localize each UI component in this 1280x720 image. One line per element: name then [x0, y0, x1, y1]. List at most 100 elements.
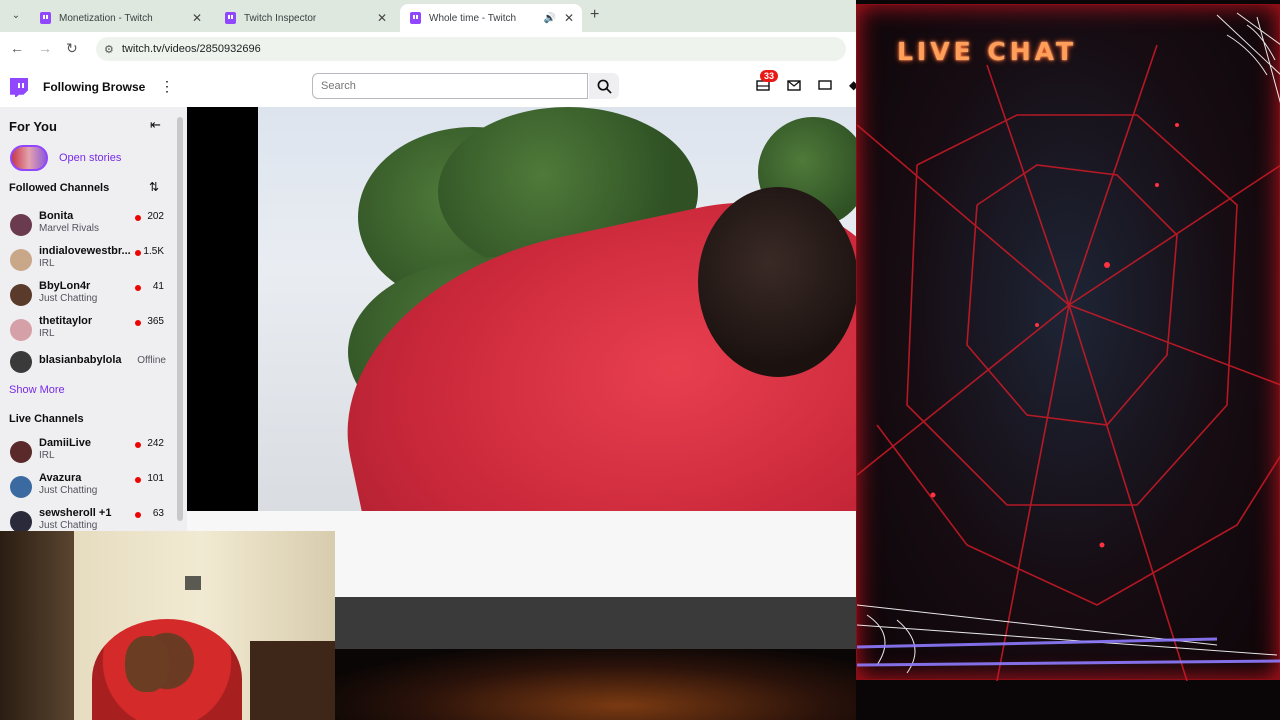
viewer-count: 202 — [147, 211, 164, 222]
search-button[interactable] — [589, 73, 619, 99]
tab-search-chevron-icon[interactable]: ⌄ — [8, 8, 24, 24]
close-tab-icon[interactable]: ✕ — [564, 11, 574, 25]
video-frame — [258, 107, 856, 511]
inbox-icon[interactable] — [787, 80, 801, 91]
browser-tab-monetization[interactable]: Monetization - Twitch ✕ — [30, 4, 210, 32]
avatar — [10, 441, 32, 463]
avatar — [10, 476, 32, 498]
avatar — [10, 351, 32, 373]
webcam-door — [0, 531, 74, 720]
live-channel-damiilive[interactable]: DamiiLive IRL 242 — [0, 437, 177, 471]
live-dot-icon — [135, 320, 141, 326]
address-bar-row: ← → ↻ ⚙ twitch.tv/videos/2850932696 — [0, 32, 856, 66]
video-player[interactable] — [187, 107, 856, 511]
sort-icon[interactable]: ⇅ — [149, 180, 159, 194]
webcam-face — [125, 636, 169, 692]
twitch-favicon-icon — [40, 12, 51, 24]
channel-name: thetitaylor — [39, 315, 93, 327]
followed-channel-bbylon4r[interactable]: BbyLon4r Just Chatting 41 — [0, 280, 177, 314]
viewer-count: 242 — [147, 438, 164, 449]
live-dot-icon — [135, 215, 141, 221]
followed-channel-thetitaylor[interactable]: thetitaylor IRL 365 — [0, 315, 177, 349]
close-tab-icon[interactable]: ✕ — [377, 11, 387, 25]
sidebar-scrollbar[interactable] — [177, 117, 183, 521]
followed-channels-heading: Followed Channels — [9, 182, 110, 194]
close-tab-icon[interactable]: ✕ — [192, 11, 202, 25]
twitch-top-nav: Following Browse ⋮ 33 ◆ — [0, 66, 858, 108]
nav-following[interactable]: Following — [43, 80, 99, 94]
webcam-dresser — [250, 641, 335, 720]
channel-category: Just Chatting — [39, 293, 98, 304]
followed-channel-indialovewestbr[interactable]: indialovewestbr... IRL 1.5K — [0, 245, 177, 279]
tab-title: Monetization - Twitch — [59, 12, 153, 24]
twitch-logo-icon[interactable] — [10, 78, 28, 97]
tab-title: Whole time - Twitch — [429, 12, 517, 24]
offline-status: Offline — [137, 355, 166, 366]
tab-title: Twitch Inspector — [244, 12, 317, 24]
channel-category: Just Chatting — [39, 520, 98, 531]
spider-web-graphic — [857, 12, 1280, 681]
browser-tab-inspector[interactable]: Twitch Inspector ✕ — [215, 4, 395, 32]
new-tab-button[interactable]: + — [590, 6, 599, 24]
avatar — [10, 249, 32, 271]
channel-category: IRL — [39, 258, 55, 269]
channel-category: Marvel Rivals — [39, 223, 100, 234]
channel-category: Just Chatting — [39, 485, 98, 496]
site-info-icon[interactable]: ⚙ — [104, 43, 114, 56]
channel-name: sewsheroll +1 — [39, 507, 112, 519]
speaker-icon[interactable]: 🔊 — [544, 13, 556, 24]
collapse-sidebar-icon[interactable]: ⇤ — [150, 117, 161, 133]
twitch-favicon-icon — [410, 12, 421, 24]
nav-browse[interactable]: Browse — [102, 80, 145, 94]
channel-category: IRL — [39, 328, 55, 339]
channel-name: BbyLon4r — [39, 280, 91, 292]
channel-category: IRL — [39, 450, 55, 461]
live-chat-frame: LIVE CHAT — [856, 4, 1280, 681]
viewer-count: 101 — [147, 473, 164, 484]
live-dot-icon — [135, 477, 141, 483]
show-more-link[interactable]: Show More — [9, 384, 65, 396]
channel-name: blasianbabylola — [39, 354, 122, 366]
viewer-count: 365 — [147, 316, 164, 327]
live-dot-icon — [135, 442, 141, 448]
reload-icon[interactable]: ↻ — [66, 40, 78, 57]
url-text: twitch.tv/videos/2850932696 — [121, 43, 261, 55]
back-arrow-icon[interactable]: ← — [10, 40, 24, 56]
notifications-badge: 33 — [760, 70, 779, 82]
viewer-count: 1.5K — [143, 246, 164, 257]
stories-avatars[interactable] — [10, 145, 48, 171]
webcam-overlay — [0, 531, 335, 720]
browser-tab-whole-time[interactable]: Whole time - Twitch 🔊 ✕ — [400, 4, 582, 32]
avatar — [10, 284, 32, 306]
streamer-head — [698, 187, 856, 377]
followed-channel-blasianbabylola[interactable]: blasianbabylola Offline — [0, 350, 177, 384]
bottom-game-capture — [335, 649, 856, 720]
search-input[interactable] — [312, 73, 588, 99]
viewer-count: 63 — [152, 508, 164, 519]
live-channel-avazura[interactable]: Avazura Just Chatting 101 — [0, 472, 177, 506]
live-dot-icon — [135, 250, 141, 256]
live-chat-overlay: LIVE CHAT — [856, 0, 1280, 720]
followed-channel-bonita[interactable]: Bonita Marvel Rivals 202 — [0, 210, 177, 244]
url-bar[interactable]: ⚙ twitch.tv/videos/2850932696 — [96, 37, 846, 61]
avatar — [10, 319, 32, 341]
live-dot-icon — [135, 512, 141, 518]
avatar — [10, 511, 32, 531]
live-chat-title: LIVE CHAT — [897, 37, 1078, 66]
whispers-icon[interactable] — [818, 80, 832, 91]
live-dot-icon — [135, 285, 141, 291]
twitch-favicon-icon — [225, 12, 236, 24]
channel-name: Avazura — [39, 472, 82, 484]
for-you-heading: For You — [9, 119, 57, 134]
channel-name: Bonita — [39, 210, 74, 222]
more-options-icon[interactable]: ⋮ — [160, 78, 174, 95]
forward-arrow-icon[interactable]: → — [38, 40, 52, 56]
left-sidebar: For You ⇤ Open stories Followed Channels… — [0, 107, 187, 531]
viewer-count: 41 — [152, 281, 164, 292]
search-icon — [597, 79, 612, 94]
avatar — [10, 214, 32, 236]
browser-tab-bar: ⌄ Monetization - Twitch ✕ Twitch Inspect… — [0, 0, 856, 32]
live-channel-sewsheroll[interactable]: sewsheroll +1 Just Chatting 63 — [0, 507, 177, 531]
open-stories-link[interactable]: Open stories — [59, 152, 121, 164]
webcam-vent — [185, 576, 201, 590]
